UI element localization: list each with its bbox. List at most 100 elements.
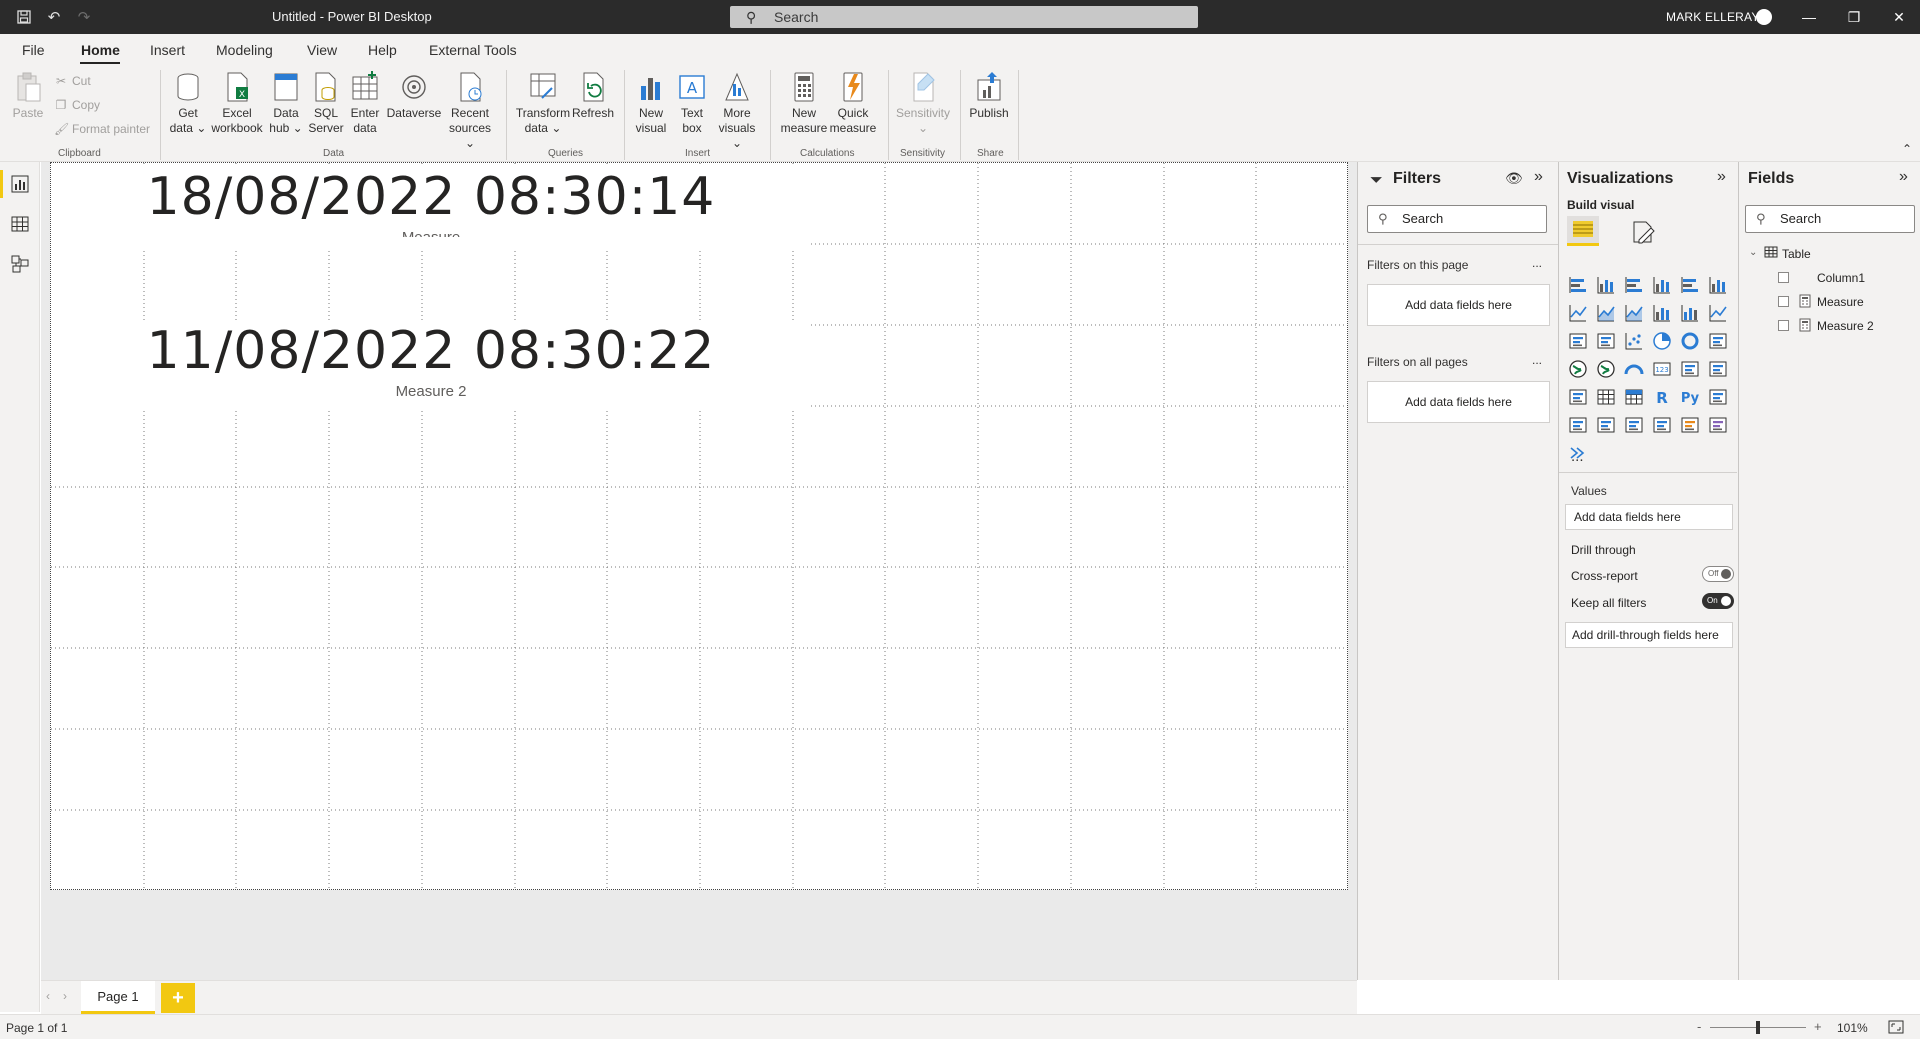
power-apps-icon[interactable] [1679, 414, 1701, 436]
gauge-icon[interactable] [1623, 358, 1645, 380]
format-visual-icon[interactable] [1629, 218, 1657, 246]
r-visual-icon[interactable]: R [1651, 386, 1673, 408]
values-drop-zone[interactable]: Add data fields here [1565, 504, 1733, 530]
kpi-icon[interactable] [1707, 358, 1729, 380]
field-checkbox-measure[interactable] [1778, 296, 1789, 307]
data-hub-button[interactable]: Data hub ⌄ [266, 70, 306, 136]
tab-view[interactable]: View [307, 42, 337, 58]
paginated-report-icon[interactable] [1651, 414, 1673, 436]
line-clustered-column-icon[interactable] [1679, 302, 1701, 324]
power-automate-icon[interactable] [1707, 414, 1729, 436]
tab-external-tools[interactable]: External Tools [429, 42, 517, 58]
collapse-ribbon-icon[interactable]: ⌃ [1902, 142, 1912, 156]
refresh-button[interactable]: Refresh [572, 70, 614, 121]
zoom-out-button[interactable]: - [1697, 1019, 1701, 1034]
line-column-icon[interactable] [1651, 302, 1673, 324]
get-data-button[interactable]: Get data ⌄ [168, 70, 208, 136]
more-options-icon[interactable]: ... [1532, 256, 1542, 270]
field-item-measure[interactable]: Measure [1817, 295, 1864, 309]
fit-to-page-icon[interactable] [1888, 1020, 1904, 1034]
smart-narrative-icon[interactable] [1623, 414, 1645, 436]
stacked-bar-icon[interactable] [1567, 274, 1589, 296]
page-tab-page-1[interactable]: Page 1 [81, 981, 155, 1015]
waterfall-icon[interactable] [1567, 330, 1589, 352]
title-search-box[interactable]: ⚲ Search [730, 6, 1198, 28]
chevron-left-icon[interactable]: ‹ [46, 989, 50, 1003]
tab-help[interactable]: Help [368, 42, 397, 58]
text-box-button[interactable]: A Text box [674, 70, 710, 136]
sensitivity-button[interactable]: Sensitivity ⌄ [892, 70, 954, 136]
zoom-slider[interactable] [1710, 1021, 1806, 1034]
tab-insert[interactable]: Insert [150, 42, 185, 58]
clustered-column-icon[interactable] [1651, 274, 1673, 296]
close-icon[interactable]: ✕ [1887, 6, 1911, 28]
dataverse-button[interactable]: Dataverse [385, 70, 443, 121]
filled-map-icon[interactable] [1595, 358, 1617, 380]
report-view-icon[interactable] [10, 174, 30, 194]
field-item-column1[interactable]: Column1 [1817, 271, 1865, 285]
sql-server-button[interactable]: SQL Server [308, 70, 344, 136]
chevron-down-icon[interactable]: ⌄ [1749, 247, 1757, 258]
field-checkbox-measure-2[interactable] [1778, 320, 1789, 331]
paste-button[interactable]: Paste [10, 70, 46, 121]
funnel-icon[interactable] [1595, 330, 1617, 352]
collapse-pane-icon[interactable]: » [1717, 168, 1726, 186]
recent-sources-button[interactable]: Recent sources ⌄ [446, 70, 494, 151]
user-name[interactable]: MARK ELLERAY [1666, 10, 1760, 24]
chevron-right-icon[interactable]: › [63, 989, 67, 1003]
page-filters-drop-zone[interactable]: Add data fields here [1367, 284, 1550, 326]
redo-icon[interactable]: ↷ [74, 7, 94, 27]
field-checkbox-column1[interactable] [1778, 272, 1789, 283]
card-icon[interactable]: 123 [1651, 358, 1673, 380]
drill-through-drop-zone[interactable]: Add drill-through fields here [1565, 622, 1733, 648]
field-item-measure-2[interactable]: Measure 2 [1817, 319, 1874, 333]
card-visual-measure[interactable]: 18/08/2022 08:30:14 Measure [51, 167, 811, 249]
tab-home[interactable]: Home [81, 42, 120, 58]
new-measure-button[interactable]: New measure [778, 70, 830, 136]
100pct-column-icon[interactable] [1707, 274, 1729, 296]
multi-row-card-icon[interactable] [1679, 358, 1701, 380]
minimize-icon[interactable]: — [1797, 6, 1821, 28]
format-painter-button[interactable]: 🖌 Format painter [54, 122, 150, 136]
card-visual-measure-2[interactable]: 11/08/2022 08:30:22 Measure 2 [51, 321, 811, 411]
tab-modeling[interactable]: Modeling [216, 42, 273, 58]
key-influencers-icon[interactable] [1707, 386, 1729, 408]
excel-workbook-button[interactable]: X Excel workbook [210, 70, 264, 136]
cut-button[interactable]: ✂ Cut [54, 74, 91, 88]
all-pages-filters-drop-zone[interactable]: Add data fields here [1367, 381, 1550, 423]
cross-report-toggle[interactable]: Off [1702, 566, 1734, 582]
add-page-button[interactable]: + [161, 983, 195, 1013]
zoom-in-button[interactable]: + [1814, 1019, 1822, 1034]
ribbon-icon[interactable] [1707, 302, 1729, 324]
map-icon[interactable] [1567, 358, 1589, 380]
table-icon[interactable] [1595, 386, 1617, 408]
more-options-icon[interactable]: ... [1532, 353, 1542, 367]
scatter-icon[interactable] [1623, 330, 1645, 352]
stacked-area-icon[interactable] [1623, 302, 1645, 324]
build-visual-tab[interactable] [1567, 216, 1599, 246]
stacked-column-icon[interactable] [1595, 274, 1617, 296]
transform-data-button[interactable]: Transform data ⌄ [512, 70, 574, 136]
decomposition-tree-icon[interactable] [1567, 414, 1589, 436]
slicer-icon[interactable] [1567, 386, 1589, 408]
collapse-pane-icon[interactable]: » [1534, 168, 1543, 186]
avatar[interactable] [1756, 9, 1772, 25]
publish-button[interactable]: Publish [966, 70, 1012, 121]
eye-icon[interactable]: 👁 [1505, 170, 1523, 187]
model-view-icon[interactable] [10, 254, 30, 274]
data-view-icon[interactable] [10, 214, 30, 234]
more-visuals-ellipsis[interactable]: ... [1571, 448, 1584, 465]
python-visual-icon[interactable]: Py [1679, 386, 1701, 408]
treemap-icon[interactable] [1707, 330, 1729, 352]
area-icon[interactable] [1595, 302, 1617, 324]
quick-measure-button[interactable]: Quick measure [828, 70, 878, 136]
tab-file[interactable]: File [22, 42, 45, 58]
collapse-pane-icon[interactable]: » [1899, 168, 1908, 186]
new-visual-button[interactable]: New visual [632, 70, 670, 136]
copy-button[interactable]: ❐ Copy [54, 98, 100, 112]
undo-icon[interactable]: ↶ [44, 7, 64, 27]
more-visuals-button[interactable]: More visuals ⌄ [714, 70, 760, 151]
zoom-slider-thumb[interactable] [1756, 1021, 1760, 1034]
line-icon[interactable] [1567, 302, 1589, 324]
save-icon[interactable] [14, 7, 34, 27]
